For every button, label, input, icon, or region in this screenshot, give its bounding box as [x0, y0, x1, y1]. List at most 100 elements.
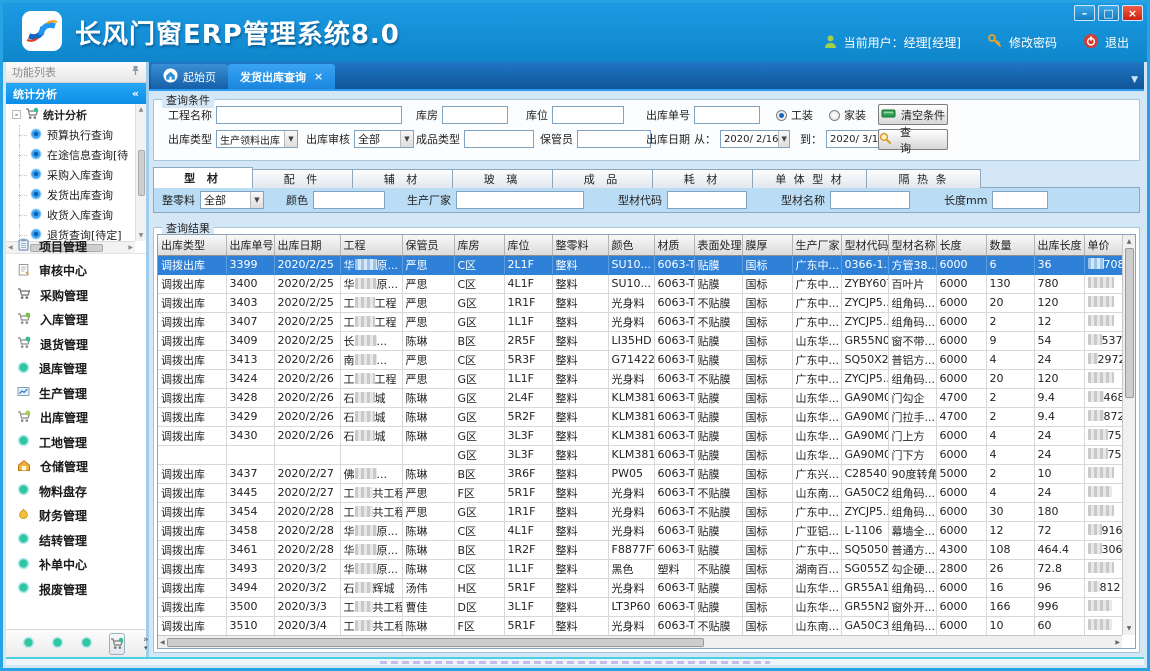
tab-close-icon[interactable]: ×: [314, 70, 323, 83]
material-tab[interactable]: 耗 材: [653, 169, 753, 188]
sidebar-section-stats[interactable]: 统计分析 «: [6, 83, 146, 104]
tree-item[interactable]: 收货入库查询: [6, 205, 135, 225]
table-row[interactable]: G区3L3F整料KLM38176063-T5贴膜国标山东华...GA90M09.…: [158, 445, 1122, 464]
column-header[interactable]: 表面处理: [694, 235, 742, 255]
scroll-thumb[interactable]: [1125, 248, 1134, 398]
column-header[interactable]: 保管员: [402, 235, 454, 255]
sidebar-item[interactable]: 入库管理: [6, 308, 146, 333]
scroll-up-icon[interactable]: ▲: [1127, 235, 1132, 248]
scroll-up-icon[interactable]: ▲: [139, 106, 144, 113]
scroll-right-icon[interactable]: ▶: [1115, 639, 1120, 646]
tree-item[interactable]: 发货出库查询: [6, 185, 135, 205]
sidebar-item[interactable]: 项目管理: [6, 234, 146, 259]
order-no-input[interactable]: [694, 106, 760, 124]
sidebar-item[interactable]: 工地管理: [6, 430, 146, 455]
tab-shipping-outbound-query[interactable]: 发货出库查询 ×: [228, 64, 335, 89]
material-tab[interactable]: 配 件: [253, 169, 353, 188]
tab-list-dropdown-icon[interactable]: ▼: [1131, 75, 1138, 85]
date-from-picker[interactable]: 2020/ 2/16▼: [720, 130, 790, 148]
table-horizontal-scrollbar[interactable]: ◀ ▶: [158, 635, 1122, 648]
column-header[interactable]: 库位: [504, 235, 552, 255]
column-header[interactable]: 出库日期: [274, 235, 340, 255]
material-tab[interactable]: 辅 材: [353, 169, 453, 188]
column-header[interactable]: 数量: [986, 235, 1034, 255]
cart-shortcut-button[interactable]: [109, 633, 125, 655]
radio-jiazhuang[interactable]: [829, 110, 840, 121]
material-tab[interactable]: 玻 璃: [453, 169, 553, 188]
column-header[interactable]: 整零料: [552, 235, 608, 255]
table-row[interactable]: 调拨出库34612020/2/28华原...陈琳B区1R2F整料F8877FT6…: [158, 540, 1122, 559]
tree-item[interactable]: 预算执行查询: [6, 125, 135, 145]
change-password-link[interactable]: 修改密码: [1009, 34, 1057, 51]
manufacturer-input[interactable]: [456, 191, 584, 209]
table-row[interactable]: 调拨出库34452020/2/27工共工程严思F区5R1F整料光身料6063-T…: [158, 483, 1122, 502]
dot-icon[interactable]: [51, 636, 64, 652]
column-header[interactable]: 工程: [340, 235, 402, 255]
scroll-down-icon[interactable]: ▼: [1127, 622, 1132, 635]
table-row[interactable]: 调拨出库34032020/2/25工工程严思G区1R1F整料光身料6063-T5…: [158, 293, 1122, 312]
pin-icon[interactable]: [130, 65, 140, 79]
column-header[interactable]: 出库单号: [226, 235, 274, 255]
column-header[interactable]: 出库类型: [158, 235, 226, 255]
table-row[interactable]: 调拨出库34302020/2/26石城陈琳G区3L3F整料KLM38176063…: [158, 426, 1122, 445]
keeper-input[interactable]: [577, 130, 651, 148]
color-input[interactable]: [313, 191, 385, 209]
column-header[interactable]: 生产厂家: [792, 235, 841, 255]
material-tab[interactable]: 单 体 型 材: [753, 169, 867, 188]
column-header[interactable]: 材质: [654, 235, 694, 255]
material-tab[interactable]: 型 材: [153, 167, 253, 188]
table-row[interactable]: 调拨出库34292020/2/26石城陈琳G区5R2F整料KLM38176063…: [158, 407, 1122, 426]
sidebar-item[interactable]: 审核中心: [6, 259, 146, 284]
table-row[interactable]: 调拨出库35102020/3/4工共工程陈琳F区5R1F整料光身料6063-T5…: [158, 616, 1122, 635]
tree-vertical-scrollbar[interactable]: ▲ ▼: [135, 104, 146, 241]
tree-item[interactable]: 采购入库查询: [6, 165, 135, 185]
table-row[interactable]: 调拨出库34932020/3/2华原...陈琳C区1L1F整料黑色塑料不贴膜国标…: [158, 559, 1122, 578]
table-row[interactable]: 调拨出库35002020/3/3工共工程曹佳D区3L1F整料LT3P606063…: [158, 597, 1122, 616]
location-input[interactable]: [552, 106, 624, 124]
table-row[interactable]: 调拨出库34132020/2/26南...严思C区5R3F整料G71422606…: [158, 350, 1122, 369]
search-button[interactable]: 查 询: [878, 129, 948, 150]
column-header[interactable]: 库房: [454, 235, 504, 255]
length-input[interactable]: [992, 191, 1048, 209]
whole-part-select[interactable]: 全部▼: [200, 191, 264, 209]
radio-jiazhuang-label[interactable]: 家装: [844, 107, 866, 123]
column-header[interactable]: 颜色: [608, 235, 654, 255]
table-row[interactable]: 调拨出库34942020/3/2石辉城汤伟H区5R1F整料光身料6063-T5贴…: [158, 578, 1122, 597]
audit-select[interactable]: 全部▼: [354, 130, 414, 148]
overflow-chevron[interactable]: » ▾: [143, 636, 149, 652]
sidebar-item[interactable]: 生产管理: [6, 381, 146, 406]
sidebar-item[interactable]: 退货管理: [6, 332, 146, 357]
profile-code-input[interactable]: [667, 191, 747, 209]
column-header[interactable]: 膜厚: [742, 235, 792, 255]
column-header[interactable]: 单价: [1084, 235, 1122, 255]
table-row[interactable]: 调拨出库34072020/2/25工工程严思G区1L1F整料光身料6063-T5…: [158, 312, 1122, 331]
radio-gongzhuang[interactable]: [776, 110, 787, 121]
sidebar-item[interactable]: 采购管理: [6, 283, 146, 308]
close-button[interactable]: ×: [1122, 5, 1143, 21]
sidebar-item[interactable]: 物料盘存: [6, 479, 146, 504]
dot-icon[interactable]: [80, 636, 93, 652]
table-row[interactable]: 调拨出库33992020/2/25华原...严思C区2L1F整料SU10...6…: [158, 255, 1122, 274]
profile-name-input[interactable]: [830, 191, 910, 209]
radio-gongzhuang-label[interactable]: 工装: [791, 107, 813, 123]
column-header[interactable]: 长度: [936, 235, 986, 255]
sidebar-item[interactable]: 结转管理: [6, 528, 146, 553]
tree-item[interactable]: 在途信息查询[待: [6, 145, 135, 165]
minimize-button[interactable]: –: [1074, 5, 1095, 21]
tree-expand-icon[interactable]: -: [12, 110, 21, 119]
table-row[interactable]: 调拨出库34002020/2/25华原...严思C区4L1F整料SU10...6…: [158, 274, 1122, 293]
table-row[interactable]: 调拨出库34282020/2/26石城陈琳G区2L4F整料KLM38176063…: [158, 388, 1122, 407]
column-header[interactable]: 出库长度: [1034, 235, 1084, 255]
material-tab[interactable]: 成 品: [553, 169, 653, 188]
table-row[interactable]: 调拨出库34092020/2/25长...陈琳B区2R5F整料LI35HD606…: [158, 331, 1122, 350]
sidebar-item[interactable]: 出库管理: [6, 406, 146, 431]
scroll-thumb[interactable]: [138, 150, 145, 196]
logout-link[interactable]: 退出: [1105, 34, 1129, 51]
material-tab[interactable]: 隔 热 条: [867, 169, 981, 188]
warehouse-input[interactable]: [442, 106, 508, 124]
scroll-left-icon[interactable]: ◀: [160, 639, 165, 646]
sidebar-item[interactable]: 仓储管理: [6, 455, 146, 480]
clear-conditions-button[interactable]: 清空条件: [878, 104, 948, 125]
table-row[interactable]: 调拨出库34372020/2/27佛...陈琳B区3R6F整料PW056063-…: [158, 464, 1122, 483]
maximize-button[interactable]: □: [1098, 5, 1119, 21]
